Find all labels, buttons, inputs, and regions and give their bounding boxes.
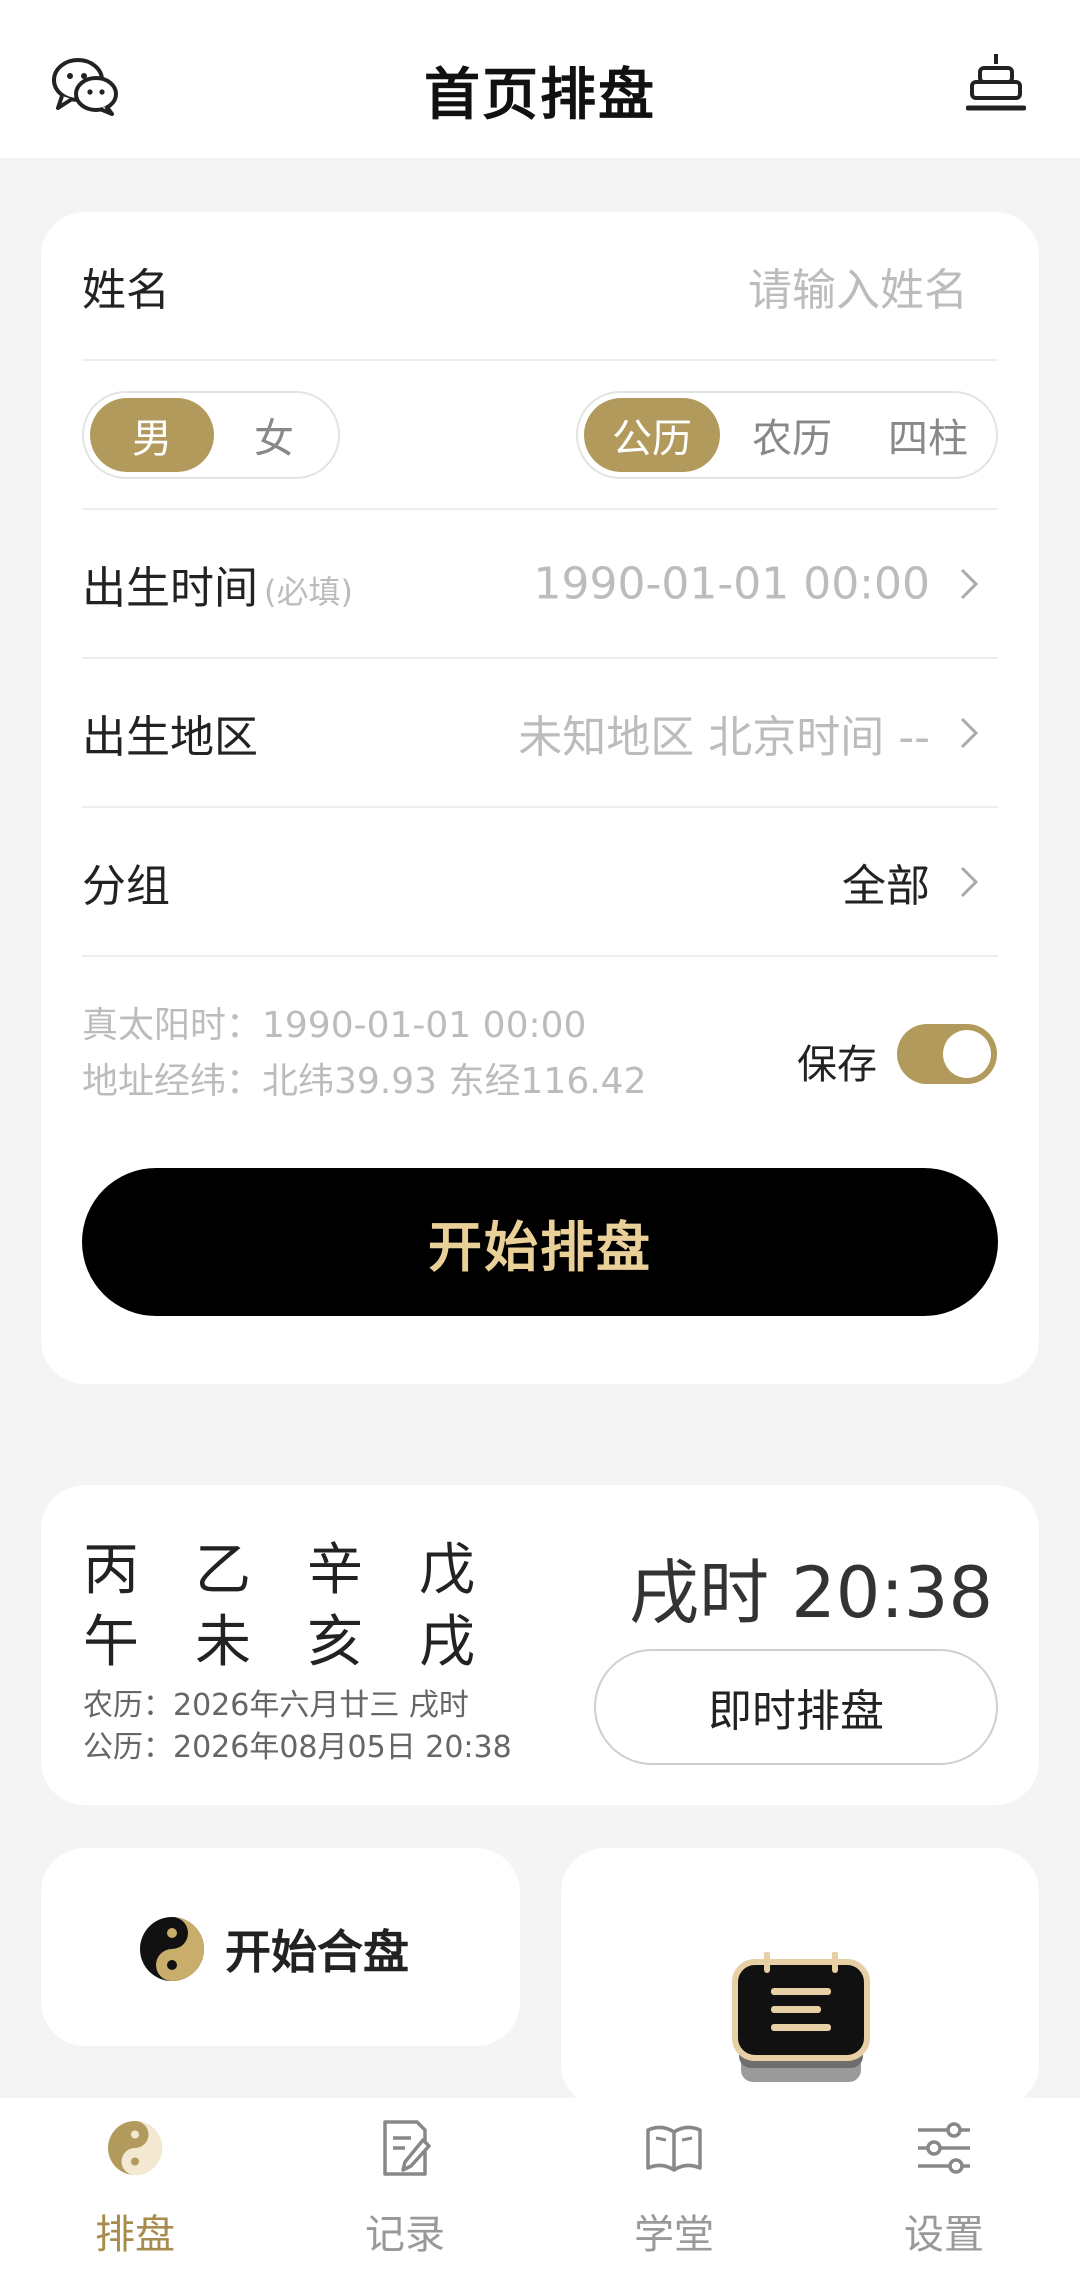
name-input[interactable]: 请输入姓名	[748, 254, 968, 318]
calculated-info: 真太阳时：1990-01-01 00:00 地址经纬：北纬39.93 东经116…	[82, 998, 646, 1110]
calendar-type-toggle[interactable]: 公历 农历 四柱	[576, 391, 998, 479]
bottom-tab-bar: 排盘 记录 学堂 设置	[0, 2098, 1080, 2290]
calendar-solar-option[interactable]: 公历	[584, 398, 720, 472]
tab-chart-label: 排盘	[95, 2212, 175, 2258]
tab-settings[interactable]: 设置	[844, 2118, 1044, 2260]
yin-yang-icon	[108, 2121, 162, 2175]
calendar-card[interactable]	[561, 1848, 1039, 2108]
synastry-label: 开始合盘	[225, 1925, 409, 1979]
birthday-cake-icon[interactable]	[966, 50, 1026, 114]
heavenly-stems-row: 丙 乙 辛 戊	[83, 1535, 531, 1607]
chevron-right-icon	[960, 568, 979, 599]
branch-month: 未	[195, 1610, 251, 1675]
gender-calendar-row: 男 女 公历 农历 四柱	[82, 361, 998, 510]
birth-time-row[interactable]: 出生时间 (必填) 1990-01-01 00:00	[82, 510, 998, 659]
birth-region-label: 出生地区	[82, 711, 258, 763]
instant-chart-button[interactable]: 即时排盘	[594, 1649, 998, 1765]
synastry-card[interactable]: 开始合盘	[41, 1848, 520, 2046]
current-clock: 戌时 20:38	[629, 1552, 993, 1634]
edit-document-icon	[383, 2120, 431, 2176]
stem-day: 辛	[307, 1538, 363, 1603]
stem-year: 丙	[83, 1538, 139, 1603]
name-row[interactable]: 姓名 请输入姓名	[82, 212, 998, 361]
earthly-branches-row: 午 未 亥 戌	[83, 1607, 531, 1679]
gender-male-option[interactable]: 男	[90, 398, 214, 472]
gender-toggle[interactable]: 男 女	[82, 391, 340, 479]
group-row[interactable]: 分组 全部	[82, 808, 998, 957]
birth-time-value: 1990-01-01 00:00	[533, 558, 931, 609]
birth-region-value: 未知地区 北京时间 --	[518, 711, 930, 763]
calendar-stack-icon	[732, 1952, 870, 2082]
tab-school-label: 学堂	[634, 2212, 714, 2258]
name-label: 姓名	[82, 264, 170, 316]
top-bar: 首页排盘	[0, 0, 1080, 158]
address-coordinates: 地址经纬：北纬39.93 东经116.42	[82, 1061, 647, 1102]
save-label: 保存	[797, 1042, 877, 1088]
start-chart-button[interactable]: 开始排盘	[82, 1168, 998, 1316]
open-book-icon	[646, 2125, 702, 2172]
switch-knob	[943, 1030, 991, 1078]
current-dates: 农历：2026年六月廿三 戌时 公历：2026年08月05日 20:38	[83, 1685, 512, 1769]
branch-day: 亥	[307, 1610, 363, 1675]
tab-records[interactable]: 记录	[305, 2118, 505, 2260]
save-switch[interactable]	[897, 1024, 997, 1084]
page-title: 首页排盘	[424, 63, 656, 128]
tab-settings-label: 设置	[904, 2212, 984, 2258]
gender-female-option[interactable]: 女	[214, 398, 334, 472]
sliders-icon	[918, 2122, 970, 2174]
true-solar-time: 真太阳时：1990-01-01 00:00	[82, 1005, 587, 1046]
birth-info-card: 姓名 请输入姓名 男 女 公历 农历 四柱 出生时间 (必填) 1990-01-0…	[41, 212, 1039, 1384]
calendar-four-pillars-option[interactable]: 四柱	[862, 398, 994, 472]
lunar-date: 农历：2026年六月廿三 戌时	[83, 1688, 469, 1723]
branch-hour: 戌	[419, 1610, 475, 1675]
stem-month: 乙	[195, 1538, 251, 1603]
birth-time-label: 出生时间 (必填)	[82, 562, 353, 614]
required-hint: (必填)	[264, 572, 353, 611]
group-label: 分组	[82, 860, 170, 912]
chevron-right-icon	[960, 866, 979, 897]
branch-year: 午	[83, 1610, 139, 1675]
tab-records-label: 记录	[365, 2212, 445, 2258]
birth-region-row[interactable]: 出生地区 未知地区 北京时间 --	[82, 659, 998, 808]
tab-chart[interactable]: 排盘	[35, 2118, 235, 2260]
tab-school[interactable]: 学堂	[574, 2118, 774, 2260]
current-time-card: 丙 乙 辛 戊 午 未 亥 戌 农历：2026年六月廿三 戌时 公历：2026年…	[41, 1485, 1039, 1805]
chevron-right-icon	[960, 717, 979, 748]
synastry-button[interactable]: 开始合盘	[137, 1914, 409, 1984]
bazi-pillars: 丙 乙 辛 戊 午 未 亥 戌	[83, 1535, 531, 1679]
stem-hour: 戊	[419, 1538, 475, 1603]
calendar-lunar-option[interactable]: 农历	[724, 398, 860, 472]
yin-yang-icon	[140, 1917, 204, 1981]
group-value: 全部	[842, 860, 930, 912]
solar-date: 公历：2026年08月05日 20:38	[83, 1730, 512, 1765]
